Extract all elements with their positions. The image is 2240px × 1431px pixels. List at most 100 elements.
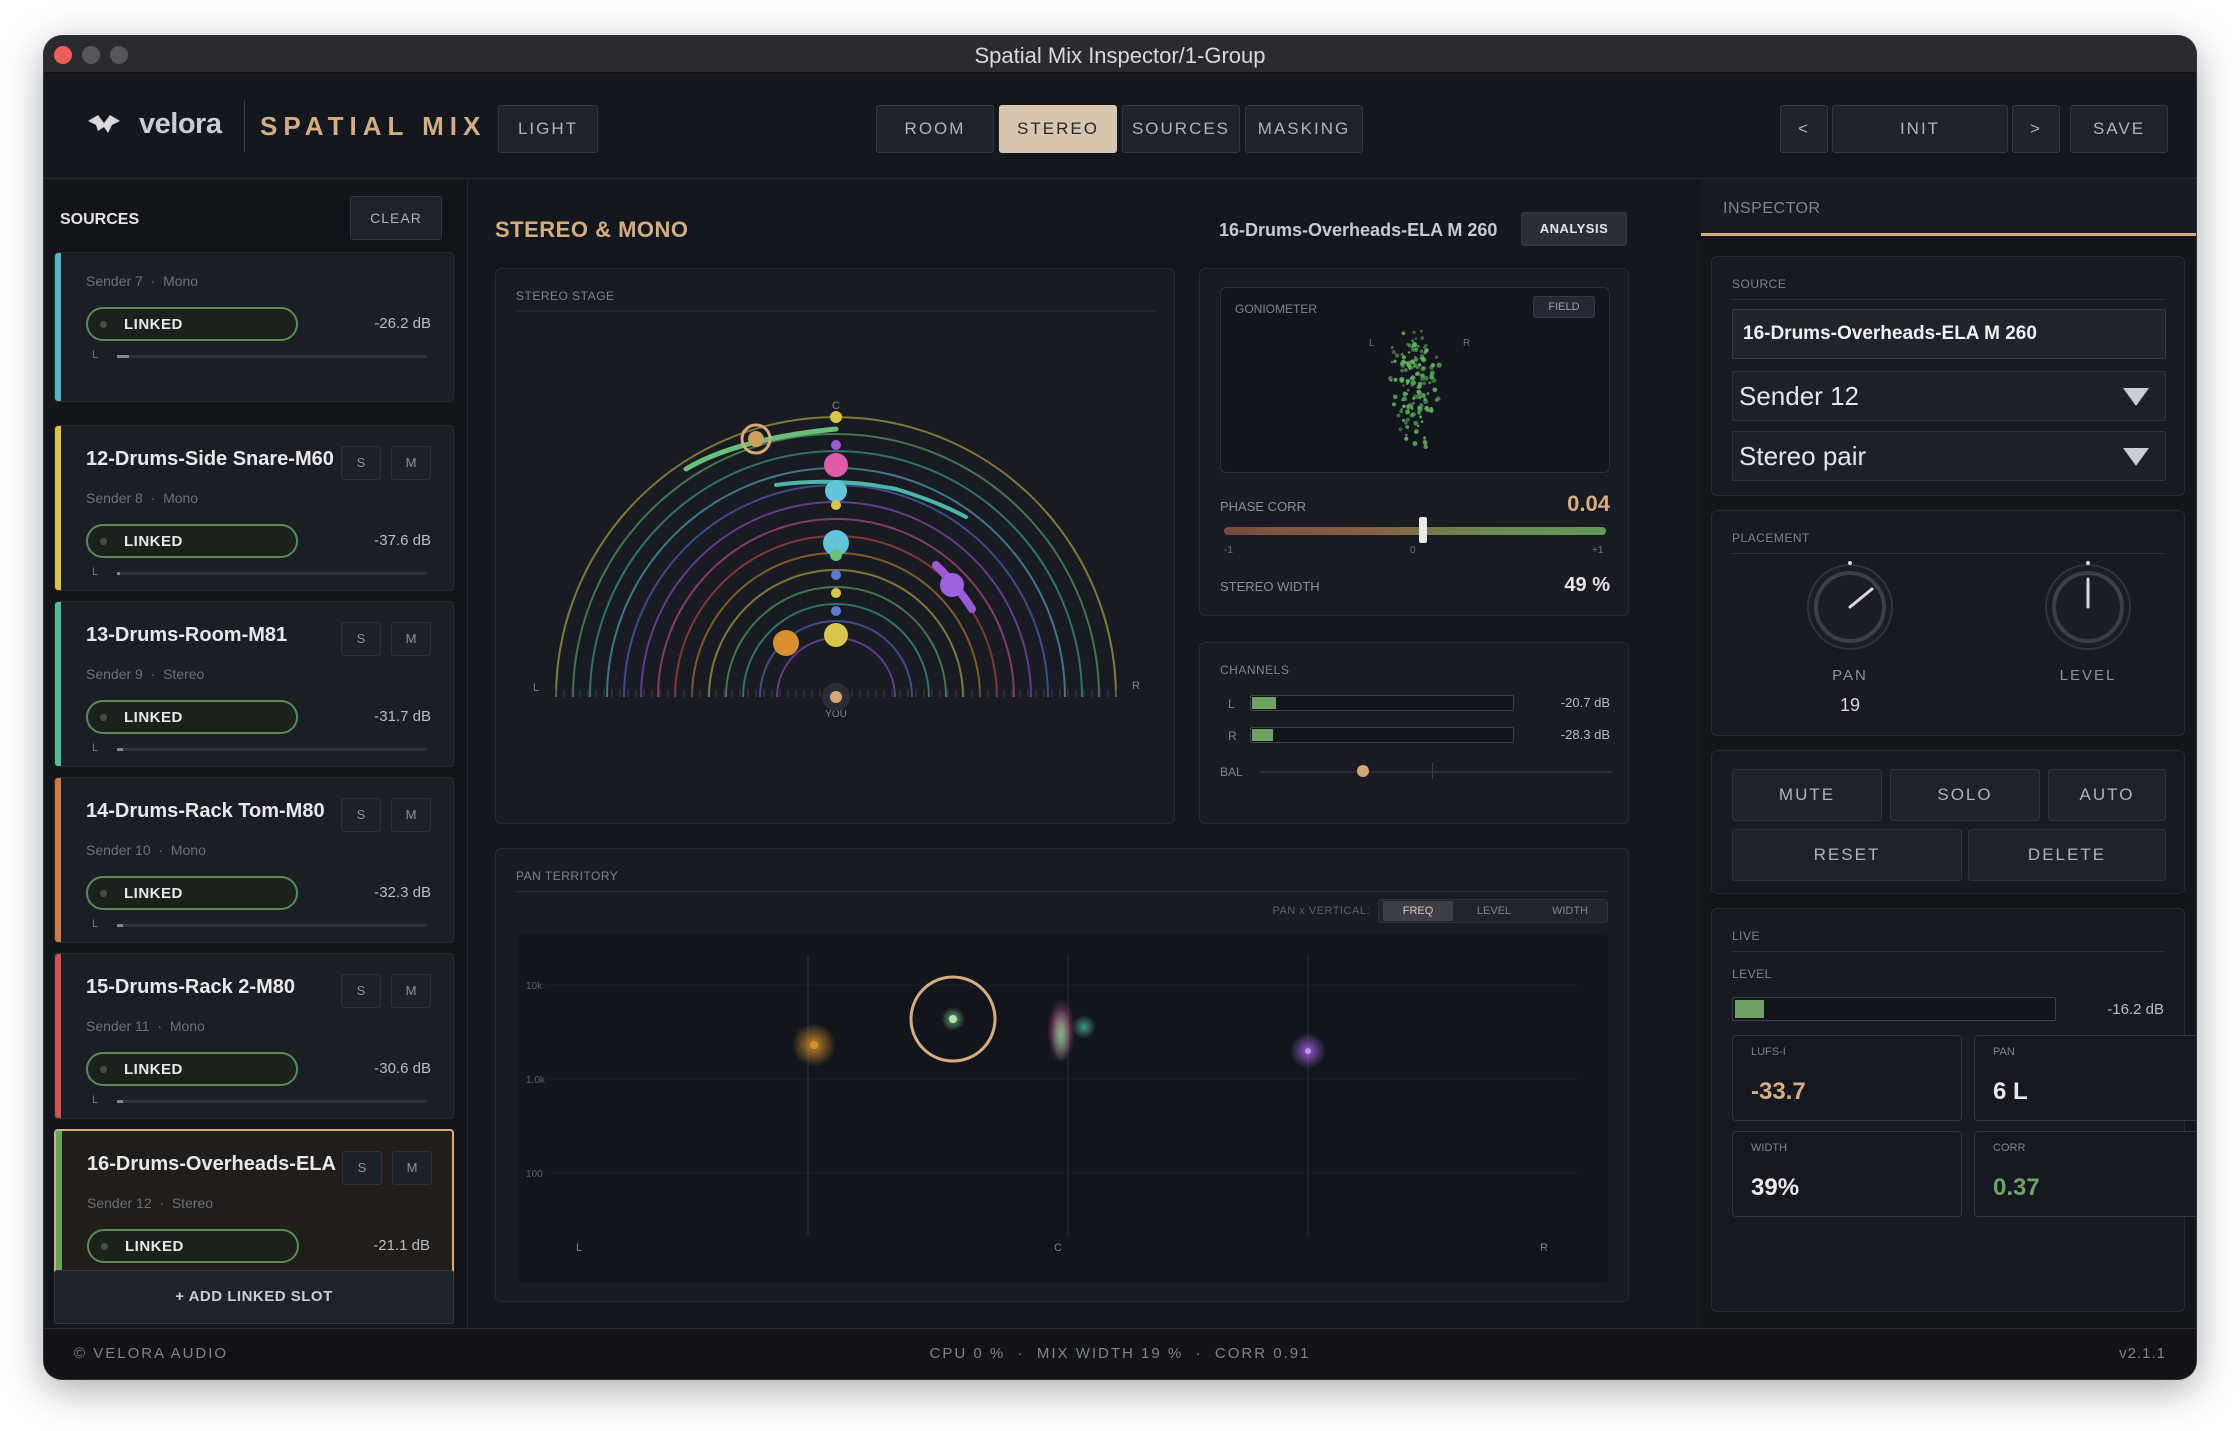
- tab-stereo[interactable]: STEREO: [999, 105, 1117, 153]
- save-button[interactable]: SAVE: [2070, 105, 2168, 153]
- x-tick-l: L: [576, 1242, 582, 1254]
- separator-dot: ·: [142, 666, 164, 682]
- goniometer-point: [1429, 365, 1434, 370]
- sender-select[interactable]: Sender 12: [1732, 371, 2166, 421]
- brand-divider: [244, 100, 245, 152]
- clear-sources-button[interactable]: CLEAR: [350, 196, 442, 240]
- source-card[interactable]: 15-Drums-Rack 2-M80 S M Sender 11 · Mono LIN…: [54, 953, 454, 1119]
- source-node-yellow[interactable]: [824, 623, 848, 647]
- stage-center-label: C: [832, 400, 840, 412]
- status-bar: © VELORA AUDIO CPU 0 % · MIX WIDTH 19 % …: [44, 1328, 2196, 1379]
- mute-toggle[interactable]: M: [391, 446, 431, 480]
- goniometer-point: [1390, 360, 1394, 364]
- mode-label: Stereo: [163, 666, 205, 682]
- delete-button[interactable]: DELETE: [1968, 829, 2166, 881]
- source-node-blue[interactable]: [831, 570, 841, 580]
- mute-button[interactable]: MUTE: [1732, 769, 1882, 821]
- top-toolbar: velora SPATIAL MIX LIGHT ROOM STEREO SOU…: [44, 73, 2196, 179]
- sender-label: Sender 8: [86, 490, 143, 506]
- page-title: STEREO & MONO: [495, 217, 689, 242]
- mode-width[interactable]: WIDTH: [1535, 901, 1605, 921]
- source-sender-info: Sender 11 · Mono: [86, 1018, 205, 1034]
- goniometer-point: [1434, 355, 1438, 359]
- goniometer-point: [1393, 359, 1397, 363]
- source-node-green[interactable]: [830, 549, 842, 561]
- pan-territory-plot[interactable]: 10k 1.0k 100 L C R: [518, 935, 1608, 1283]
- link-indicator-icon: [100, 1066, 107, 1073]
- goniometer-point: [1416, 371, 1420, 375]
- solo-button[interactable]: SOLO: [1890, 769, 2040, 821]
- lufs-stat: LUFS-I -33.7: [1732, 1035, 1962, 1121]
- source-card[interactable]: 14-Drums-Rack Tom-M80 S M Sender 10 · Mono L…: [54, 777, 454, 943]
- pan-knob[interactable]: [1804, 561, 1896, 653]
- solo-toggle[interactable]: S: [341, 446, 381, 480]
- source-node-orange[interactable]: [773, 630, 799, 656]
- goniometer-point: [1432, 387, 1438, 393]
- source-node-pink[interactable]: [824, 453, 848, 477]
- light-theme-button[interactable]: LIGHT: [498, 105, 598, 153]
- balance-slider[interactable]: [1260, 771, 1612, 773]
- source-card[interactable]: Sender 7 · Mono LINKED -26.2 dB L: [54, 252, 454, 402]
- source-card[interactable]: 13-Drums-Room-M81 S M Sender 9 · Stereo LINK…: [54, 601, 454, 767]
- app-window: Spatial Mix Inspector/1-Group velora SPA…: [44, 36, 2196, 1379]
- mute-toggle[interactable]: M: [391, 974, 431, 1008]
- mute-toggle[interactable]: M: [391, 798, 431, 832]
- goniometer-point: [1412, 330, 1416, 334]
- source-node-mid[interactable]: [831, 500, 841, 510]
- mode-level[interactable]: LEVEL: [1459, 901, 1529, 921]
- tab-room[interactable]: ROOM: [876, 105, 994, 153]
- auto-button[interactable]: AUTO: [2048, 769, 2166, 821]
- linked-toggle[interactable]: LINKED: [86, 524, 298, 558]
- linked-toggle[interactable]: LINKED: [86, 307, 298, 341]
- window-title: Spatial Mix Inspector/1-Group: [974, 43, 1266, 68]
- solo-toggle[interactable]: S: [341, 622, 381, 656]
- territory-blob-teal[interactable]: [1072, 1015, 1096, 1039]
- velora-logo-icon: [88, 115, 120, 133]
- balance-center-mark: [1432, 763, 1433, 779]
- solo-toggle[interactable]: S: [341, 798, 381, 832]
- stereo-stage-plot[interactable]: C L R YOU: [496, 269, 1176, 825]
- pan-stat: PAN 6 L: [1974, 1035, 2196, 1121]
- channel-mode-select[interactable]: Stereo pair: [1732, 431, 2166, 481]
- actions-section: MUTE SOLO AUTO RESET DELETE: [1711, 750, 2185, 894]
- mute-toggle[interactable]: M: [392, 1151, 432, 1185]
- linked-toggle[interactable]: LINKED: [86, 876, 298, 910]
- source-node-violet[interactable]: [831, 440, 841, 450]
- preset-prev-button[interactable]: <: [1780, 105, 1828, 153]
- source-name-field[interactable]: 16-Drums-Overheads-ELA M 260: [1732, 309, 2166, 359]
- source-node-cyan[interactable]: [825, 480, 847, 502]
- source-level: -37.6 dB: [374, 532, 431, 549]
- preset-next-button[interactable]: >: [2012, 105, 2060, 153]
- channel-r-value: -28.3 dB: [1560, 727, 1610, 742]
- goniometer-point: [1403, 367, 1408, 373]
- analysis-button[interactable]: ANALYSIS: [1521, 212, 1627, 246]
- source-section-divider: [1732, 299, 2164, 300]
- linked-toggle[interactable]: LINKED: [87, 1229, 299, 1263]
- level-knob[interactable]: [2042, 561, 2134, 653]
- linked-toggle[interactable]: LINKED: [86, 1052, 298, 1086]
- add-linked-slot-button[interactable]: + ADD LINKED SLOT: [54, 1270, 454, 1324]
- source-node-purple[interactable]: [940, 573, 964, 597]
- preset-name[interactable]: INIT: [1832, 105, 2008, 153]
- mode-freq[interactable]: FREQ: [1383, 901, 1453, 921]
- tab-masking[interactable]: MASKING: [1245, 105, 1363, 153]
- source-meter-fill: [117, 572, 121, 575]
- reset-button[interactable]: RESET: [1732, 829, 1962, 881]
- source-node-blue2[interactable]: [831, 606, 841, 616]
- goniometer-point: [1421, 392, 1426, 398]
- chevron-down-icon: [2123, 448, 2149, 466]
- balance-thumb[interactable]: [1357, 765, 1369, 777]
- goniometer-point: [1402, 404, 1406, 408]
- solo-toggle[interactable]: S: [341, 974, 381, 1008]
- level-knob-label: LEVEL: [2059, 667, 2117, 684]
- solo-toggle[interactable]: S: [342, 1151, 382, 1185]
- source-node-top[interactable]: [830, 411, 842, 423]
- mute-toggle[interactable]: M: [391, 622, 431, 656]
- linked-toggle[interactable]: LINKED: [86, 700, 298, 734]
- source-sender-info: Sender 12 · Stereo: [87, 1195, 213, 1211]
- source-node-yellow2[interactable]: [831, 588, 841, 598]
- tab-sources[interactable]: SOURCES: [1122, 105, 1240, 153]
- sender-label: Sender 7: [86, 273, 143, 289]
- source-card[interactable]: 12-Drums-Side Snare-M60 S M Sender 8 · Mono…: [54, 425, 454, 591]
- width-stat: WIDTH 39%: [1732, 1131, 1962, 1217]
